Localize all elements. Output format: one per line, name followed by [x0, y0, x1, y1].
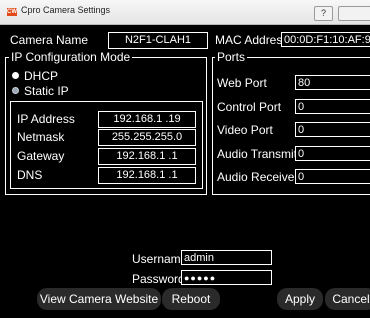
dns-field[interactable]: 192.168.1 .1: [98, 167, 196, 184]
static-ip-label: Static IP: [24, 84, 69, 98]
cancel-button[interactable]: Cancel: [325, 288, 370, 310]
dhcp-radio[interactable]: [12, 72, 19, 79]
username-field[interactable]: admin: [181, 250, 272, 265]
help-button[interactable]: ?: [314, 6, 333, 21]
title-bar: CW Cpro Camera Settings ?: [0, 0, 370, 25]
audio-transmit-label: Audio Transmit: [217, 147, 298, 161]
gateway-label: Gateway: [17, 149, 65, 163]
apply-button[interactable]: Apply: [277, 288, 323, 310]
static-ip-radio[interactable]: [12, 87, 19, 94]
netmask-label: Netmask: [17, 130, 65, 144]
web-port-field[interactable]: 80: [295, 75, 370, 90]
web-port-label: Web Port: [217, 76, 267, 90]
audio-transmit-field[interactable]: 0: [295, 146, 370, 161]
cw-app-icon: CW: [7, 8, 17, 16]
ip-address-label: IP Address: [17, 112, 75, 126]
ports-title: Ports: [215, 50, 248, 64]
password-field[interactable]: ●●●●●: [181, 270, 272, 285]
username-label: Username: [132, 252, 188, 266]
audio-receive-field[interactable]: 0: [295, 169, 370, 184]
view-camera-website-button[interactable]: View Camera Website: [37, 288, 161, 310]
camera-name-field[interactable]: N2F1-CLAH1: [108, 32, 208, 49]
netmask-field[interactable]: 255.255.255.0: [98, 129, 196, 146]
ip-address-field[interactable]: 192.168.1 .19: [98, 111, 196, 128]
audio-receive-label: Audio Receive: [217, 170, 295, 184]
control-port-field[interactable]: 0: [295, 99, 370, 114]
gateway-field[interactable]: 192.168.1 .1: [98, 148, 196, 165]
camera-name-label: Camera Name: [10, 33, 89, 47]
mac-address-label: MAC Address: [215, 33, 289, 47]
camera-settings-window: CW Cpro Camera Settings ? Camera Name N2…: [0, 0, 370, 318]
mac-address-field: 00:0D:F1:10:AF:9C: [281, 32, 370, 47]
settings-panel: Camera Name N2F1-CLAH1 MAC Address 00:0D…: [0, 25, 370, 318]
dns-label: DNS: [17, 168, 43, 182]
video-port-field[interactable]: 0: [295, 122, 370, 137]
ip-config-title: IP Configuration Mode: [9, 50, 133, 64]
close-button[interactable]: [338, 6, 370, 21]
dhcp-label: DHCP: [24, 69, 59, 83]
window-title: Cpro Camera Settings: [21, 5, 111, 15]
reboot-button[interactable]: Reboot: [162, 288, 220, 310]
password-label: Password: [132, 272, 185, 286]
video-port-label: Video Port: [217, 123, 273, 137]
control-port-label: Control Port: [217, 100, 282, 114]
